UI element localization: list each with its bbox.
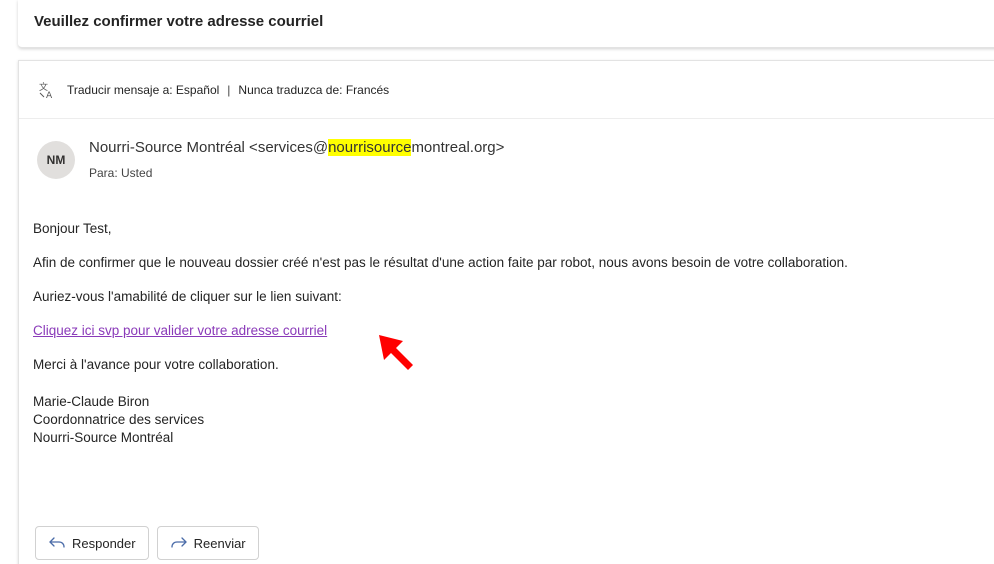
translation-bar: 文 A Traducir mensaje a: Español | Nunca … xyxy=(19,61,994,119)
translate-message-link[interactable]: Traducir mensaje a: Español xyxy=(67,83,219,97)
forward-icon xyxy=(170,537,187,548)
email-body: Bonjour Test, Afin de confirmer que le n… xyxy=(33,219,983,447)
thanks-line: Merci à l'avance pour votre collaboratio… xyxy=(33,357,279,372)
sender-name-prefix: Nourri-Source Montréal <services@ xyxy=(89,139,329,156)
forward-button[interactable]: Reenviar xyxy=(156,526,259,560)
body-paragraph: Afin de confirmer que le nouveau dossier… xyxy=(33,255,848,270)
email-reading-pane: Veuillez confirmer votre adresse courrie… xyxy=(0,0,994,564)
signature-title: Coordonnatrice des services xyxy=(33,412,205,427)
reply-icon xyxy=(49,537,65,548)
subject-card: Veuillez confirmer votre adresse courrie… xyxy=(18,0,994,48)
signature-org: Nourri-Source Montréal xyxy=(33,430,174,445)
svg-text:A: A xyxy=(46,91,53,99)
validation-link[interactable]: Cliquez ici svp pour valider votre adres… xyxy=(33,323,327,338)
reply-button[interactable]: Responder xyxy=(35,526,149,560)
red-arrow-annotation-icon xyxy=(379,335,413,370)
avatar[interactable]: NM xyxy=(37,141,75,179)
never-translate-link[interactable]: Nunca traduzca de: Francés xyxy=(238,83,389,97)
greeting: Bonjour Test, xyxy=(33,221,112,236)
email-subject: Veuillez confirmer votre adresse courrie… xyxy=(34,13,324,30)
sender-domain-highlight: nourrisource xyxy=(328,139,412,156)
separator: | xyxy=(227,82,231,97)
translate-icon: 文 A xyxy=(39,80,59,100)
message-actions: Responder Reenviar xyxy=(35,526,259,560)
message-card: 文 A Traducir mensaje a: Español | Nunca … xyxy=(18,60,994,564)
reply-label: Responder xyxy=(72,535,136,551)
sender-name-suffix: montreal.org> xyxy=(411,139,505,156)
signature-name: Marie-Claude Biron xyxy=(33,394,150,409)
body-paragraph: Auriez-vous l'amabilité de cliquer sur l… xyxy=(33,289,342,304)
sender-name[interactable]: Nourri-Source Montréal <services@nourris… xyxy=(89,139,504,156)
signature: Marie-Claude Biron Coordonnatrice des se… xyxy=(33,393,983,447)
recipient-line: Para: Usted xyxy=(89,166,153,180)
forward-label: Reenviar xyxy=(193,535,246,551)
